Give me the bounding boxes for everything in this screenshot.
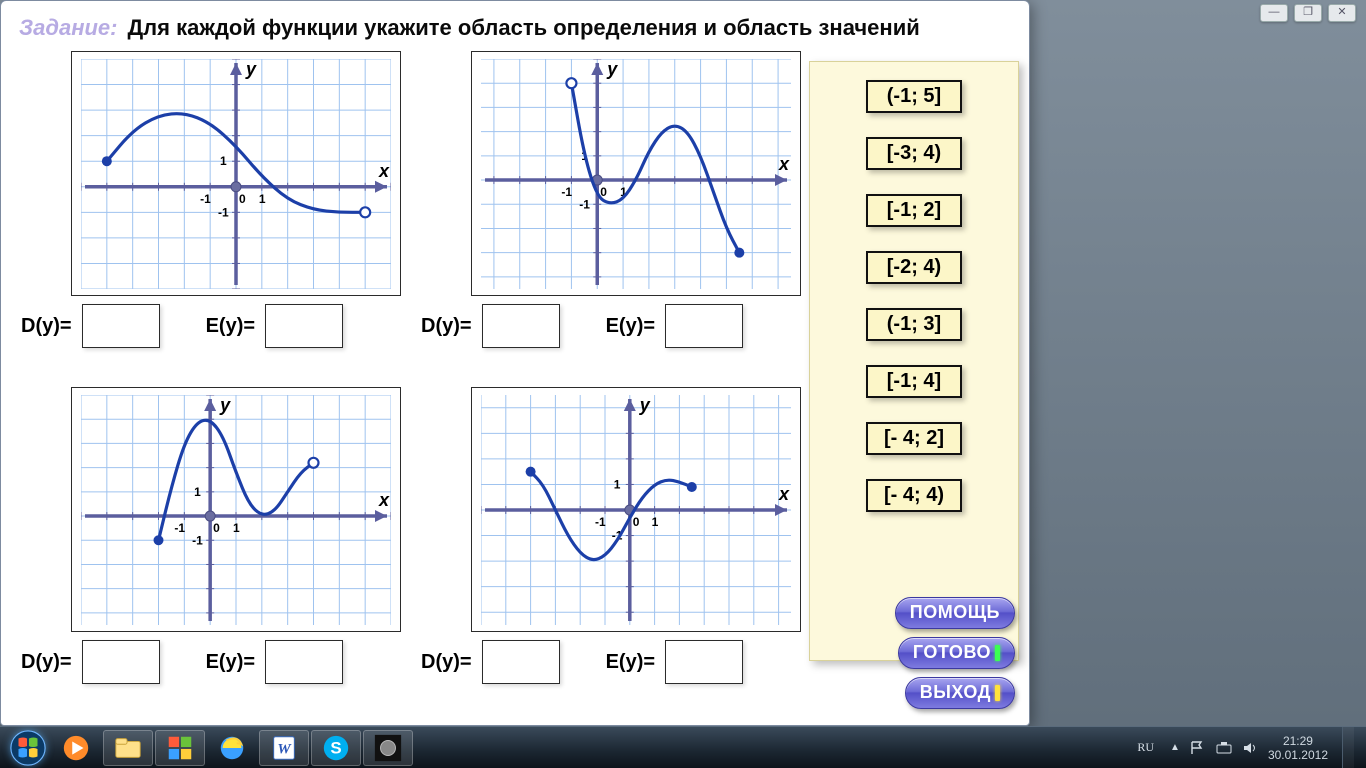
task-label: Задание: — [19, 15, 118, 41]
plot-2: xy-1011-1 D(y)= E(y)= — [421, 51, 781, 348]
svg-text:1: 1 — [652, 515, 659, 529]
domain-label: D(y)= — [421, 315, 472, 338]
taskbar-ie-icon[interactable] — [207, 730, 257, 766]
svg-text:1: 1 — [259, 191, 266, 205]
plot-4: xy-1011-1 D(y)= E(y)= — [421, 387, 781, 684]
svg-text:0: 0 — [213, 521, 220, 535]
maximize-button[interactable]: ❐ — [1294, 4, 1322, 22]
svg-text:-1: -1 — [192, 533, 203, 547]
exit-button[interactable]: ВЫХОД — [905, 677, 1015, 709]
clock[interactable]: 21:29 30.01.2012 — [1268, 734, 1328, 762]
plot-4-frame: xy-1011-1 — [471, 387, 801, 632]
domain-label: D(y)= — [21, 315, 72, 338]
plot-1-domain-drop[interactable] — [82, 304, 160, 348]
window-controls: — ❐ ✕ — [1260, 4, 1356, 22]
clock-date: 30.01.2012 — [1268, 748, 1328, 762]
action-buttons: ПОМОЩЬ ГОТОВО ВЫХОД — [795, 597, 1015, 709]
close-button[interactable]: ✕ — [1328, 4, 1356, 22]
svg-text:-1: -1 — [218, 205, 229, 219]
answer-chip[interactable]: [-3; 4) — [866, 137, 962, 170]
svg-text:1: 1 — [220, 154, 227, 168]
show-desktop-button[interactable] — [1342, 727, 1354, 768]
svg-text:y: y — [639, 395, 651, 415]
svg-text:y: y — [219, 395, 231, 415]
answer-chip[interactable]: [-2; 4) — [866, 251, 962, 284]
svg-text:x: x — [778, 154, 790, 174]
plot-3: xy-1011-1 D(y)= E(y)= — [21, 387, 381, 684]
answer-chip[interactable]: [- 4; 2] — [866, 422, 962, 455]
answer-chip[interactable]: [-1; 2] — [866, 194, 962, 227]
plot-2-frame: xy-1011-1 — [471, 51, 801, 296]
taskbar-misc-icon[interactable] — [363, 730, 413, 766]
desktop: — ❐ ✕ Задание: Для каждой функции укажит… — [0, 0, 1366, 768]
answers-panel: (-1; 5] [-3; 4) [-1; 2] [-2; 4) (-1; 3] … — [809, 61, 1019, 661]
help-button[interactable]: ПОМОЩЬ — [895, 597, 1015, 629]
range-label: E(y)= — [206, 315, 255, 338]
plot-4-domain-drop[interactable] — [482, 640, 560, 684]
svg-text:x: x — [778, 484, 790, 504]
svg-text:-1: -1 — [174, 521, 185, 535]
taskbar-skype-icon[interactable]: S — [311, 730, 361, 766]
minimize-button[interactable]: — — [1260, 4, 1288, 22]
plot-1-range-drop[interactable] — [265, 304, 343, 348]
svg-text:-1: -1 — [579, 197, 590, 211]
domain-label: D(y)= — [421, 651, 472, 674]
app-window: Задание: Для каждой функции укажите обла… — [0, 0, 1030, 726]
svg-text:1: 1 — [233, 521, 240, 535]
start-button[interactable] — [6, 729, 50, 767]
taskbar-word-icon[interactable]: W — [259, 730, 309, 766]
task-text: Для каждой функции укажите область опред… — [128, 15, 920, 41]
plot-3-frame: xy-1011-1 — [71, 387, 401, 632]
plots-grid: xy-1011-1 D(y)= E(y)= — [11, 51, 771, 717]
svg-text:y: y — [245, 59, 257, 79]
taskbar-explorer-icon[interactable] — [103, 730, 153, 766]
svg-text:1: 1 — [614, 477, 621, 491]
range-label: E(y)= — [606, 651, 655, 674]
svg-text:0: 0 — [239, 191, 246, 205]
taskbar: W S RU ▲ 21:29 30.01.2012 — [0, 726, 1366, 768]
language-indicator[interactable]: RU — [1131, 738, 1160, 757]
range-label: E(y)= — [206, 651, 255, 674]
svg-text:S: S — [330, 738, 341, 757]
done-button[interactable]: ГОТОВО — [898, 637, 1015, 669]
plot-3-range-drop[interactable] — [265, 640, 343, 684]
svg-text:y: y — [606, 59, 618, 79]
svg-text:-1: -1 — [561, 185, 572, 199]
tray-overflow-icon[interactable]: ▲ — [1170, 742, 1180, 753]
answer-chip[interactable]: [-1; 4] — [866, 365, 962, 398]
svg-text:-1: -1 — [200, 191, 211, 205]
plot-1: xy-1011-1 D(y)= E(y)= — [21, 51, 381, 348]
flag-icon[interactable] — [1190, 740, 1206, 756]
plot-2-domain-drop[interactable] — [482, 304, 560, 348]
taskbar-app-icon[interactable] — [155, 730, 205, 766]
taskbar-mediaplayer-icon[interactable] — [51, 730, 101, 766]
volume-icon[interactable] — [1242, 740, 1258, 756]
plot-3-domain-drop[interactable] — [82, 640, 160, 684]
svg-text:x: x — [378, 160, 390, 180]
svg-text:1: 1 — [194, 484, 201, 498]
svg-text:0: 0 — [633, 515, 640, 529]
range-label: E(y)= — [606, 315, 655, 338]
svg-text:x: x — [378, 490, 390, 510]
svg-text:-1: -1 — [595, 515, 606, 529]
domain-label: D(y)= — [21, 651, 72, 674]
answer-chip[interactable]: [- 4; 4) — [866, 479, 962, 512]
task-header: Задание: Для каждой функции укажите обла… — [5, 5, 1025, 47]
plot-4-range-drop[interactable] — [665, 640, 743, 684]
network-icon[interactable] — [1216, 740, 1232, 756]
answer-chip[interactable]: (-1; 5] — [866, 80, 962, 113]
answer-chip[interactable]: (-1; 3] — [866, 308, 962, 341]
plot-1-frame: xy-1011-1 — [71, 51, 401, 296]
plot-2-range-drop[interactable] — [665, 304, 743, 348]
clock-time: 21:29 — [1268, 734, 1328, 748]
system-tray: RU ▲ 21:29 30.01.2012 — [1131, 727, 1360, 768]
svg-text:W: W — [277, 741, 292, 757]
